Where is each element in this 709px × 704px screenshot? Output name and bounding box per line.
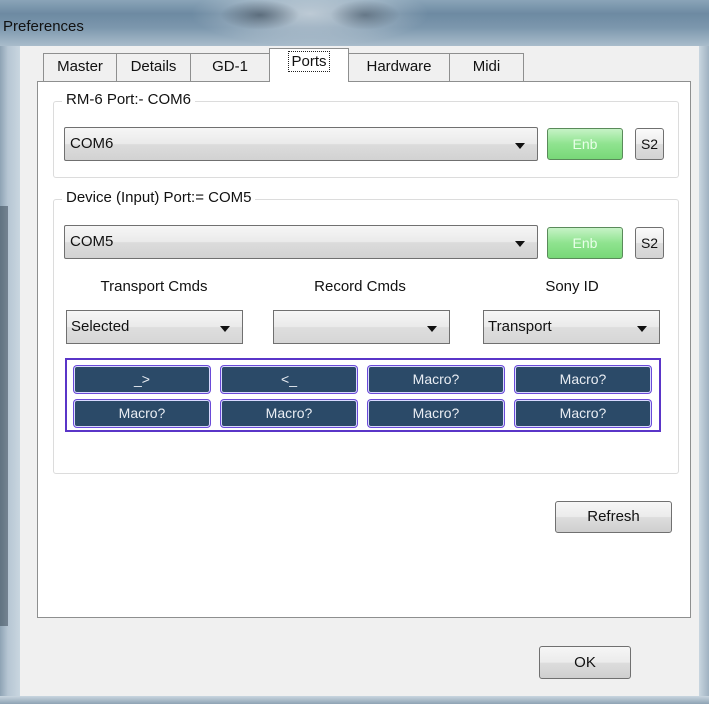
ok-button[interactable]: OK <box>539 646 631 679</box>
record-cmds-select[interactable] <box>273 310 450 344</box>
device-port-value: COM5 <box>70 233 114 250</box>
tab-label: Midi <box>472 58 501 75</box>
macro-button-forward[interactable]: _> <box>74 366 210 393</box>
rm6-port-value: COM6 <box>70 135 114 152</box>
device-s2-button[interactable]: S2 <box>635 227 664 259</box>
tab-master[interactable]: Master <box>43 53 117 81</box>
refresh-button[interactable]: Refresh <box>555 501 672 533</box>
tab-midi[interactable]: Midi <box>449 53 524 81</box>
device-port-select[interactable]: COM5 <box>64 225 538 259</box>
tab-hardware[interactable]: Hardware <box>348 53 450 81</box>
rm6-port-select[interactable]: COM6 <box>64 127 538 161</box>
tab-gd1[interactable]: GD-1 <box>190 53 270 81</box>
sony-id-value: Transport <box>488 318 552 335</box>
sony-id-select[interactable]: Transport <box>483 310 660 344</box>
chevron-down-icon <box>637 326 647 332</box>
window-frame-bottom <box>0 696 709 704</box>
macro-button[interactable]: Macro? <box>368 366 504 393</box>
tab-label: Details <box>130 58 177 75</box>
tab-details[interactable]: Details <box>116 53 191 81</box>
macro-button-grid: _> <_ Macro? Macro? Macro? Macro? Macro?… <box>65 358 661 432</box>
rm6-s2-button[interactable]: S2 <box>635 128 664 160</box>
device-enable-button[interactable]: Enb <box>547 227 623 259</box>
title-bar[interactable]: Preferences <box>0 0 709 46</box>
macro-button[interactable]: Macro? <box>368 400 504 427</box>
transport-cmds-value: Selected <box>71 318 130 335</box>
chevron-down-icon <box>515 241 525 247</box>
chevron-down-icon <box>427 326 437 332</box>
macro-button-back[interactable]: <_ <box>221 366 357 393</box>
titlebar-shade <box>220 0 300 30</box>
macro-button[interactable]: Macro? <box>515 366 651 393</box>
chevron-down-icon <box>220 326 230 332</box>
chevron-down-icon <box>515 143 525 149</box>
tab-label: Hardware <box>366 58 432 75</box>
transport-cmds-select[interactable]: Selected <box>66 310 243 344</box>
sony-id-label: Sony ID <box>545 278 599 295</box>
frame-shadow <box>0 206 8 626</box>
tab-label: GD-1 <box>212 58 248 75</box>
tab-ports[interactable]: Ports <box>269 48 349 82</box>
rm6-enable-button[interactable]: Enb <box>547 128 623 160</box>
window-frame-right <box>699 46 709 704</box>
transport-cmds-label: Transport Cmds <box>100 278 208 295</box>
window-title: Preferences <box>3 18 84 35</box>
record-cmds-label: Record Cmds <box>314 278 406 295</box>
macro-button[interactable]: Macro? <box>74 400 210 427</box>
window-frame-left <box>0 46 20 704</box>
rm6-port-legend: RM-6 Port:- COM6 <box>62 91 196 108</box>
macro-button[interactable]: Macro? <box>221 400 357 427</box>
tab-label: Ports <box>288 51 330 72</box>
macro-button[interactable]: Macro? <box>515 400 651 427</box>
device-port-legend: Device (Input) Port:= COM5 <box>62 189 256 206</box>
tab-label: Master <box>57 58 103 75</box>
titlebar-shade <box>330 0 400 30</box>
